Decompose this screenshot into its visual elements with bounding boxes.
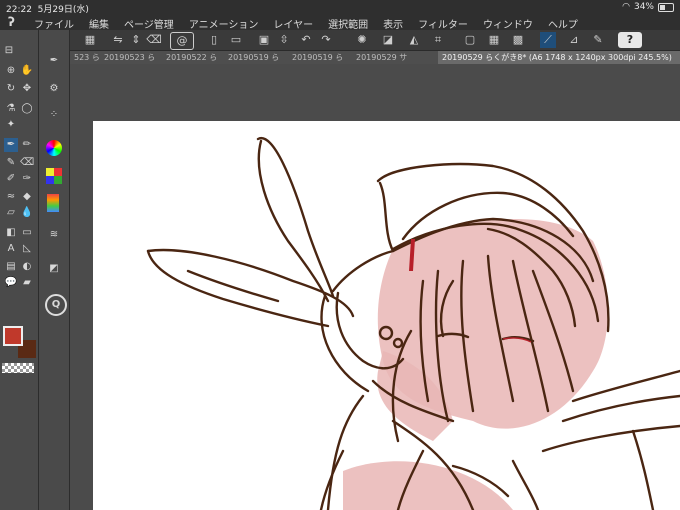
text-tool-icon[interactable]: A bbox=[4, 242, 18, 256]
sub-tool-icon[interactable]: ✒ bbox=[47, 54, 61, 68]
ruler-tool-icon[interactable]: ◺ bbox=[20, 242, 34, 256]
help-button[interactable]: ? bbox=[618, 32, 642, 48]
pencil-tool-icon[interactable]: ✏ bbox=[20, 138, 34, 152]
loading-icon[interactable]: ✺ bbox=[354, 32, 370, 48]
ios-status-bar: 22:22 5月29日(水) ◠ 34% bbox=[0, 0, 680, 15]
operation-tool-icon[interactable]: ◐ bbox=[20, 260, 34, 274]
brush-size-icon[interactable]: ⁘ bbox=[47, 108, 61, 122]
hand-tool-icon[interactable]: ✋ bbox=[20, 64, 34, 78]
eraser-clear-icon[interactable]: ⌫ bbox=[146, 32, 162, 48]
snap-special-ruler-icon[interactable]: ⊿ bbox=[566, 32, 582, 48]
document-tab[interactable]: 20190519 ら bbox=[288, 51, 355, 64]
grid-view-icon[interactable]: ▦ bbox=[82, 32, 98, 48]
disabled-selection-icon[interactable]: ▢ bbox=[462, 32, 478, 48]
app-logo-icon[interactable]: ʔ bbox=[8, 15, 22, 29]
main-color-swatch[interactable] bbox=[3, 326, 23, 346]
move-tool-icon[interactable]: ✥ bbox=[20, 82, 34, 96]
layer-icon[interactable]: ≋ bbox=[47, 228, 61, 242]
figure-tool-icon[interactable]: ▭ bbox=[20, 226, 34, 240]
tool-property-icon[interactable]: ⚙ bbox=[47, 82, 61, 96]
save-icon[interactable]: ▣ bbox=[256, 32, 272, 48]
drawing-canvas[interactable] bbox=[93, 121, 680, 510]
sub-palette-column: ✒ ⚙ ⁘ ≋ ◩ Q bbox=[39, 30, 70, 510]
document-tab[interactable]: 523 ら bbox=[70, 51, 103, 64]
layer-property-icon[interactable]: ◩ bbox=[47, 262, 61, 276]
rotate-view-icon[interactable]: ↻ bbox=[4, 82, 18, 96]
gradient-tool-icon[interactable]: ◧ bbox=[4, 226, 18, 240]
navigator-icon[interactable]: Q bbox=[45, 294, 67, 316]
zoom-tool-icon[interactable]: ⊕ bbox=[4, 64, 18, 78]
arrange-icon[interactable]: ⇳ bbox=[276, 32, 292, 48]
crop-icon[interactable]: ⌗ bbox=[430, 32, 446, 48]
fill-tool-icon[interactable]: ◆ bbox=[20, 190, 34, 204]
open-folder-icon[interactable]: ▭ bbox=[228, 32, 244, 48]
document-tab[interactable]: 20190522 ら bbox=[162, 51, 227, 64]
sketch-drawing bbox=[146, 137, 680, 510]
undo-icon[interactable]: ↶ bbox=[298, 32, 314, 48]
wand-tool-icon[interactable]: ✦ bbox=[4, 118, 18, 132]
disabled-ruler-icon[interactable]: ▩ bbox=[510, 32, 526, 48]
menu-item[interactable]: ページ管理 bbox=[124, 16, 174, 31]
document-tab[interactable]: 20190523 ら bbox=[100, 51, 165, 64]
blend-tool-icon[interactable]: ≈ bbox=[4, 190, 18, 204]
document-tab-bar: 523 ら 20190523 ら 20190522 ら 20190519 ら 2… bbox=[70, 51, 680, 64]
drop-icon[interactable]: 💧 bbox=[20, 206, 34, 220]
command-bar: ▦ ⇋ ⇕ ⌫ @ ▯ ▭ ▣ ⇳ ↶ ↷ ✺ ◪ ◭ ⌗ ▢ ▦ ▩ ⟋ ⊿ … bbox=[0, 30, 680, 51]
menu-item[interactable]: ファイル bbox=[34, 16, 74, 31]
lasso-tool-icon[interactable]: ◯ bbox=[20, 102, 34, 116]
transform-icon[interactable]: ◪ bbox=[380, 32, 396, 48]
document-tab-active[interactable]: 20190529 らくがき8* (A6 1748 x 1240px 300dpi… bbox=[438, 51, 680, 64]
redo-icon[interactable]: ↷ bbox=[318, 32, 334, 48]
decoration-tool-icon[interactable]: ✑ bbox=[20, 172, 34, 186]
status-right: ◠ 34% bbox=[622, 2, 674, 12]
snap-ruler-icon[interactable]: ⟋ bbox=[540, 32, 556, 48]
palette-collapse-icon[interactable]: ⊟ bbox=[2, 44, 16, 58]
color-wheel-icon[interactable] bbox=[46, 140, 62, 156]
menu-items: ファイル 編集 ページ管理 アニメーション レイヤー 選択範囲 表示 フィルター ウィンドウ ヘル… bbox=[34, 16, 578, 31]
menu-item[interactable]: 表示 bbox=[383, 16, 403, 31]
document-tab[interactable]: 20190519 ら bbox=[224, 51, 291, 64]
pen-tool-icon[interactable]: ✒ bbox=[4, 138, 18, 152]
eraser-tool-icon[interactable]: ⌫ bbox=[20, 156, 34, 170]
tool-palette: ⊟ ⊕ ✋ ↻ ✥ ⚗ ◯ ✦ ✒ ✏ ✎ ⌫ ✐ ✑ ≈ ◆ ▱ 💧 ◧ ▭ … bbox=[0, 30, 39, 510]
airbrush-icon[interactable]: ✐ bbox=[4, 172, 18, 186]
swirl-icon[interactable]: @ bbox=[170, 32, 194, 50]
battery-icon bbox=[658, 2, 674, 12]
menu-bar: ʔ ファイル 編集 ページ管理 アニメーション レイヤー 選択範囲 表示 フィルター ウィンドウ… bbox=[0, 14, 680, 31]
document-tab[interactable]: 20190529 サ bbox=[352, 51, 441, 64]
menu-item[interactable]: アニメーション bbox=[189, 16, 259, 31]
eyedropper-icon[interactable]: ⚗ bbox=[4, 102, 18, 116]
menu-item[interactable]: ウィンドウ bbox=[483, 16, 533, 31]
menu-item[interactable]: 編集 bbox=[89, 16, 109, 31]
correction-tool-icon[interactable]: ▰ bbox=[20, 276, 34, 290]
menu-item[interactable]: 選択範囲 bbox=[328, 16, 368, 31]
disabled-grid-icon[interactable]: ▦ bbox=[486, 32, 502, 48]
balloon-tool-icon[interactable]: 💬 bbox=[4, 276, 18, 290]
fill-icon[interactable]: ◭ bbox=[406, 32, 422, 48]
menu-item[interactable]: レイヤー bbox=[273, 16, 313, 31]
new-page-icon[interactable]: ▯ bbox=[206, 32, 222, 48]
brush-tool-icon[interactable]: ✎ bbox=[4, 156, 18, 170]
eraser2-icon[interactable]: ▱ bbox=[4, 206, 18, 220]
color-history-icon[interactable] bbox=[47, 194, 59, 212]
color-set-icon[interactable] bbox=[46, 168, 62, 184]
transparent-color-swatch[interactable] bbox=[2, 363, 34, 373]
frame-tool-icon[interactable]: ▤ bbox=[4, 260, 18, 274]
wifi-icon: ◠ bbox=[622, 2, 630, 12]
rotate-icon[interactable]: ⇕ bbox=[128, 32, 144, 48]
battery-percent: 34% bbox=[633, 2, 654, 12]
menu-item[interactable]: ヘルプ bbox=[548, 16, 578, 31]
blush-shading bbox=[343, 219, 608, 510]
flip-icon[interactable]: ⇋ bbox=[110, 32, 126, 48]
menu-item[interactable]: フィルター bbox=[418, 16, 468, 31]
pen-pressure-icon[interactable]: ✎ bbox=[590, 32, 606, 48]
